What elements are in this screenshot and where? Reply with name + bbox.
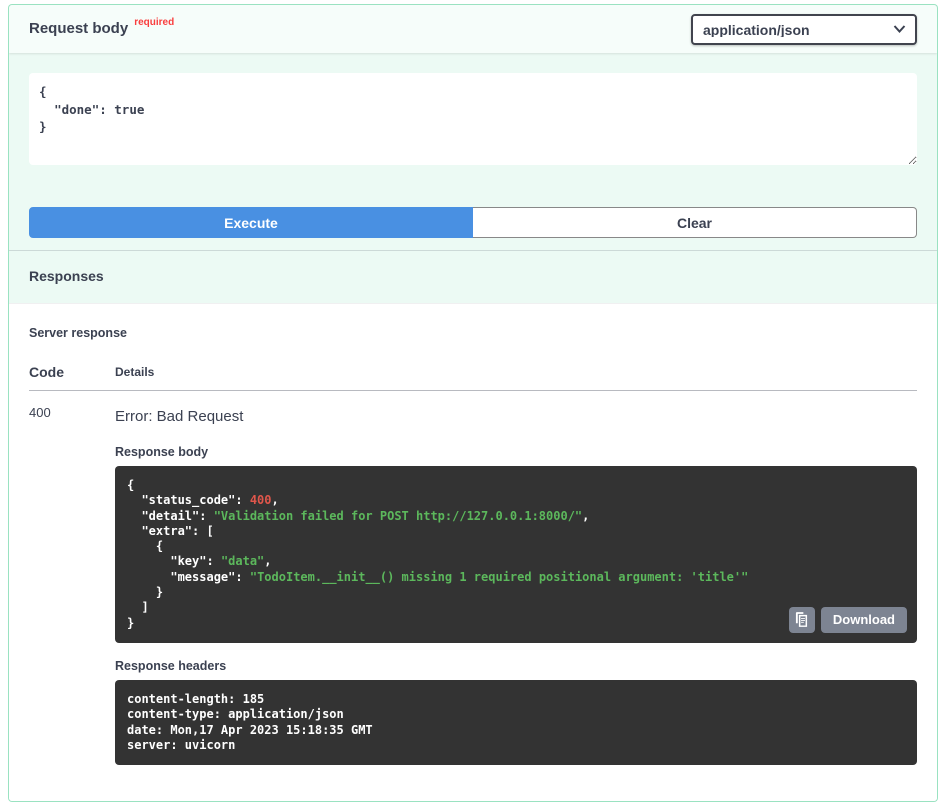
server-response-label: Server response (29, 326, 917, 340)
responses-header: Responses (9, 250, 937, 303)
clear-button[interactable]: Clear (473, 207, 917, 238)
request-body-header: Request body required application/json (9, 5, 937, 53)
swagger-page: Request body required application/json { … (0, 0, 946, 802)
response-headers-code: content-length: 185content-type: applica… (127, 692, 905, 753)
responses-inner: Server response Code Details 400 Error: … (9, 303, 937, 801)
media-type-select[interactable]: application/json (691, 14, 917, 45)
request-body-title-wrap: Request body required (29, 20, 174, 38)
responses-title: Responses (29, 268, 104, 284)
response-status-text: Error: Bad Request (115, 405, 917, 441)
download-button[interactable]: Download (821, 607, 907, 633)
request-body-editor[interactable]: { "done": true } (29, 73, 917, 165)
post-opblock: Request body required application/json { … (8, 4, 938, 802)
code-column-header: Code (29, 364, 115, 391)
media-type-select-wrap: application/json (691, 14, 917, 45)
response-body-block: { "status_code": 400, "detail": "Validat… (115, 466, 917, 643)
copy-to-clipboard-button[interactable] (789, 607, 815, 633)
copy-icon (795, 612, 808, 627)
response-details-cell: Error: Bad Request Response body { "stat… (115, 391, 917, 782)
required-badge: required (134, 17, 174, 28)
request-body-section: { "done": true } Execute Clear (9, 53, 937, 238)
response-headers-label: Response headers (115, 659, 917, 673)
details-column-header: Details (115, 364, 917, 391)
response-row: 400 Error: Bad Request Response body { "… (29, 391, 917, 782)
responses-table: Code Details 400 Error: Bad Request Resp… (29, 364, 917, 781)
response-body-label: Response body (115, 445, 917, 459)
response-body-actions: Download (789, 607, 907, 633)
response-headers-block: content-length: 185content-type: applica… (115, 680, 917, 765)
response-status-code: 400 (29, 391, 115, 782)
responses-table-header-row: Code Details (29, 364, 917, 391)
execute-button[interactable]: Execute (29, 207, 473, 238)
execute-wrapper: Execute Clear (29, 207, 917, 238)
request-body-title: Request body (29, 20, 128, 37)
